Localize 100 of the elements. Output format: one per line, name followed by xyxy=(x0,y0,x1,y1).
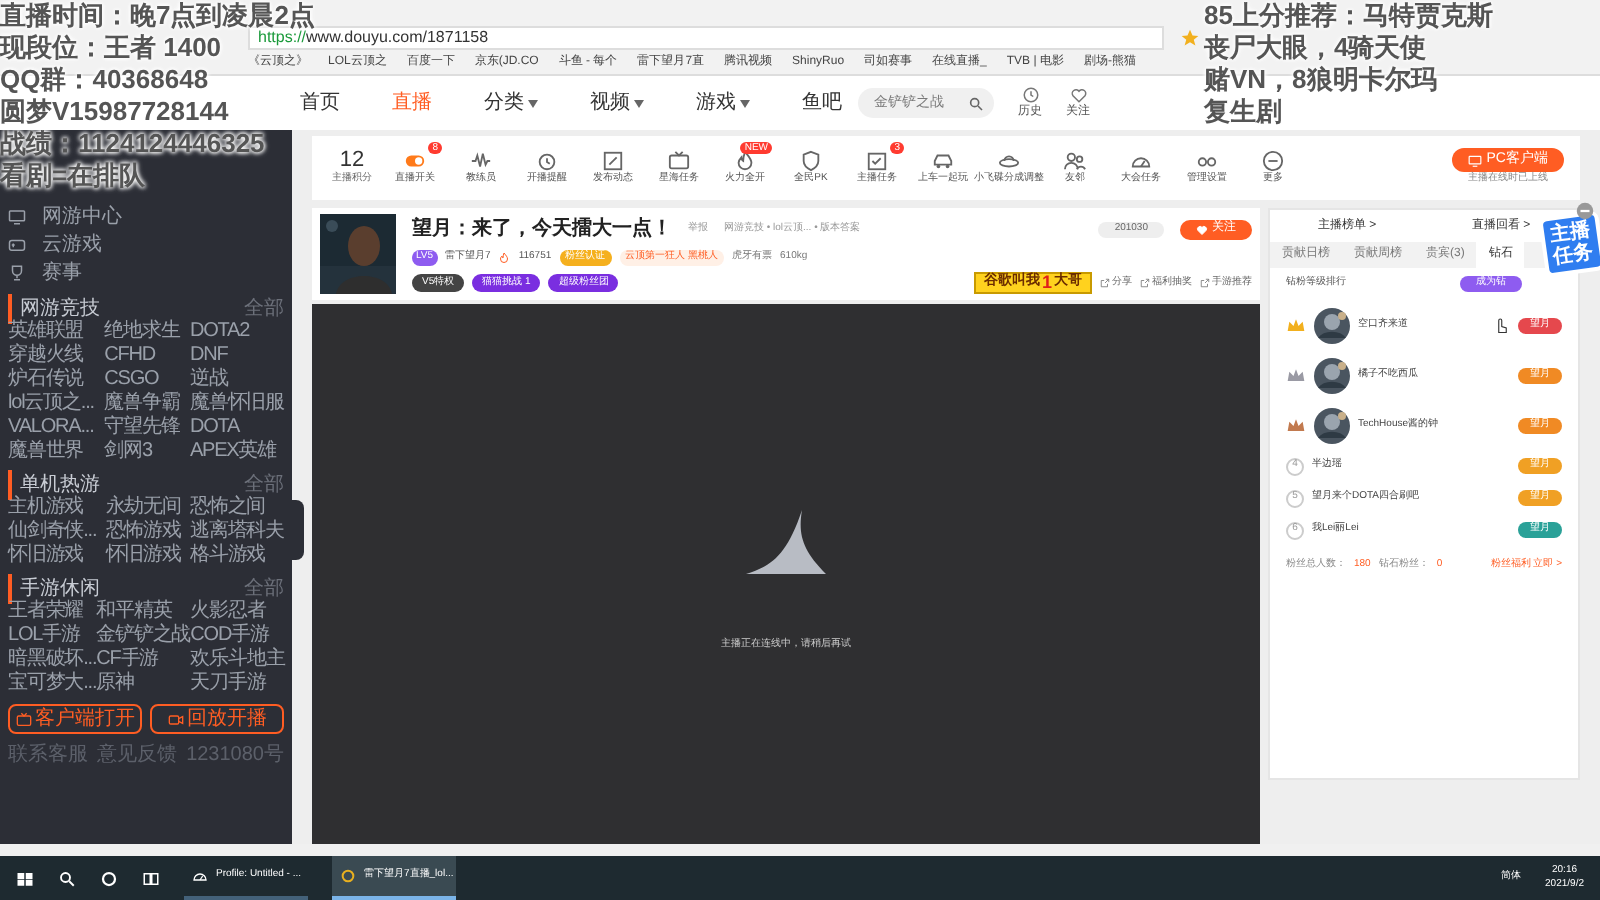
tv-icon xyxy=(15,711,31,727)
tv-icon xyxy=(668,150,690,172)
game-link[interactable]: 永劫无间 xyxy=(105,496,181,518)
share-icon xyxy=(1140,277,1150,288)
sidebar-link[interactable]: 网游中心 xyxy=(42,201,122,231)
collapse-icon[interactable] xyxy=(1576,202,1594,220)
game-link[interactable]: 欢乐斗地主 xyxy=(190,648,285,670)
game-link[interactable]: 魔兽世界 xyxy=(8,440,94,462)
nav-link[interactable]: 分类 xyxy=(484,88,538,118)
people-icon xyxy=(1064,150,1086,172)
game-link[interactable]: 逃离塔科夫 xyxy=(189,520,284,542)
video-icon xyxy=(167,711,183,727)
nav-link[interactable]: 直播 xyxy=(392,88,432,118)
more-icon xyxy=(1262,150,1284,172)
game-link[interactable]: 格斗游戏 xyxy=(189,544,284,566)
overlay-text: 看剧=在排队 xyxy=(0,160,146,192)
shield-icon xyxy=(800,150,822,172)
game-link[interactable]: 剑网3 xyxy=(104,440,180,462)
more-link[interactable]: 全部 xyxy=(244,469,284,499)
game-link[interactable]: 和平精英 xyxy=(96,600,191,622)
sidebar-link[interactable]: 云游戏 xyxy=(42,229,102,259)
game-link[interactable]: LOL手游 xyxy=(8,624,97,646)
game-link[interactable]: 逆战 xyxy=(189,368,284,390)
circle-icon xyxy=(340,868,356,884)
share-icon xyxy=(1100,277,1110,288)
flame-icon xyxy=(734,150,756,172)
overlay-text: 85上分推荐：马特贾克斯 xyxy=(1204,0,1493,32)
overlay-text: QQ群：40368648 xyxy=(0,64,209,96)
score-value: 12 xyxy=(339,148,365,173)
game-link[interactable]: 宝可梦大... xyxy=(8,672,97,694)
game-link[interactable]: 王者荣耀 xyxy=(8,600,97,622)
star-icon[interactable] xyxy=(1180,27,1200,47)
collapse-handle[interactable] xyxy=(292,500,304,560)
ufo-icon xyxy=(998,150,1020,172)
nav-link[interactable]: 首页 xyxy=(300,88,340,118)
waveform-icon xyxy=(470,150,492,172)
overlay-text: 圆梦V15987728144 xyxy=(0,96,229,128)
game-link[interactable]: DNF xyxy=(189,344,284,366)
overlay-text: 直播时间：晚7点到凌晨2点 xyxy=(0,0,315,30)
game-link[interactable]: 魔兽争霸 xyxy=(104,392,180,414)
game-link[interactable]: 穿越火线 xyxy=(8,344,94,366)
task-view-icon[interactable] xyxy=(142,869,160,887)
game-link[interactable]: 恐怖之间 xyxy=(189,496,284,518)
game-link[interactable]: CFHD xyxy=(104,344,180,366)
share-icon xyxy=(1200,277,1210,288)
game-link[interactable]: COD手游 xyxy=(190,624,285,646)
game-link[interactable]: APEX英雄 xyxy=(189,440,284,462)
game-link[interactable]: 绝地求生 xyxy=(104,320,180,342)
alarm-clock-icon xyxy=(536,150,558,172)
caret-icon xyxy=(528,99,538,107)
game-link[interactable]: 天刀手游 xyxy=(190,672,285,694)
overlay-text: 战绩：1124124446325 xyxy=(0,128,265,160)
nav-link[interactable]: 游戏 xyxy=(696,88,750,118)
task-sticker[interactable]: 主播任务 xyxy=(1538,210,1600,278)
game-link[interactable]: 怀旧游戏 xyxy=(105,544,181,566)
sidebar-button[interactable]: 回放开播 xyxy=(150,704,284,734)
monitor-icon xyxy=(8,207,26,225)
sidebar-button[interactable]: 客户端打开 xyxy=(8,704,142,734)
game-link[interactable]: CF手游 xyxy=(96,648,191,670)
more-link[interactable]: 全部 xyxy=(244,293,284,323)
game-link[interactable]: 守望先锋 xyxy=(104,416,180,438)
search-icon xyxy=(968,95,984,111)
car-icon xyxy=(932,150,954,172)
stream-title: 望月：来了，今天擂大一点！ xyxy=(412,215,672,245)
sidebar-link[interactable]: 赛事 xyxy=(42,257,82,287)
clock-icon[interactable] xyxy=(1021,85,1039,103)
game-link[interactable]: 金铲铲之战 xyxy=(96,624,191,646)
checklist-icon xyxy=(866,150,888,172)
game-link[interactable]: 原神 xyxy=(96,672,191,694)
monitor-icon xyxy=(1468,153,1483,168)
overlay-text: 现段位：王者 1400 xyxy=(0,32,222,64)
game-link[interactable]: 仙剑奇侠... xyxy=(8,520,97,542)
game-link[interactable]: CSGO xyxy=(104,368,180,390)
game-link[interactable]: 炉石传说 xyxy=(8,368,94,390)
nav-link[interactable]: 视频 xyxy=(590,88,644,118)
game-link[interactable]: 英雄联盟 xyxy=(8,320,94,342)
game-link[interactable]: VALORA... xyxy=(8,416,94,438)
game-link[interactable]: 主机游戏 xyxy=(8,496,97,518)
game-link[interactable]: DOTA xyxy=(189,416,284,438)
circle-icon[interactable] xyxy=(100,869,118,887)
windows-icon[interactable] xyxy=(16,869,34,887)
edit-icon xyxy=(602,150,624,172)
game-link[interactable]: 恐怖游戏 xyxy=(105,520,181,542)
game-link[interactable]: lol云顶之... xyxy=(8,392,94,414)
game-link[interactable]: DOTA2 xyxy=(189,320,284,342)
game-link[interactable]: 怀旧游戏 xyxy=(8,544,97,566)
overlay-text: 复生剧 xyxy=(1204,96,1282,128)
gamepad-icon xyxy=(8,235,26,253)
trophy-icon xyxy=(8,263,26,281)
heart-icon xyxy=(1196,223,1208,236)
game-link[interactable]: 暗黑破坏... xyxy=(8,648,97,670)
overlay-text: 丧尸大眼，4骑天使 xyxy=(1204,32,1427,64)
overlay-text: 赌VN，8狼明卡尔玛 xyxy=(1204,64,1437,96)
heart-icon[interactable] xyxy=(1069,85,1087,103)
game-link[interactable]: 火影忍者 xyxy=(190,600,285,622)
caret-icon xyxy=(634,99,644,107)
toggle-icon xyxy=(404,150,426,172)
search-icon[interactable] xyxy=(58,869,76,887)
game-link[interactable]: 魔兽怀旧服 xyxy=(189,392,284,414)
nav-link[interactable]: 鱼吧 xyxy=(802,88,842,118)
